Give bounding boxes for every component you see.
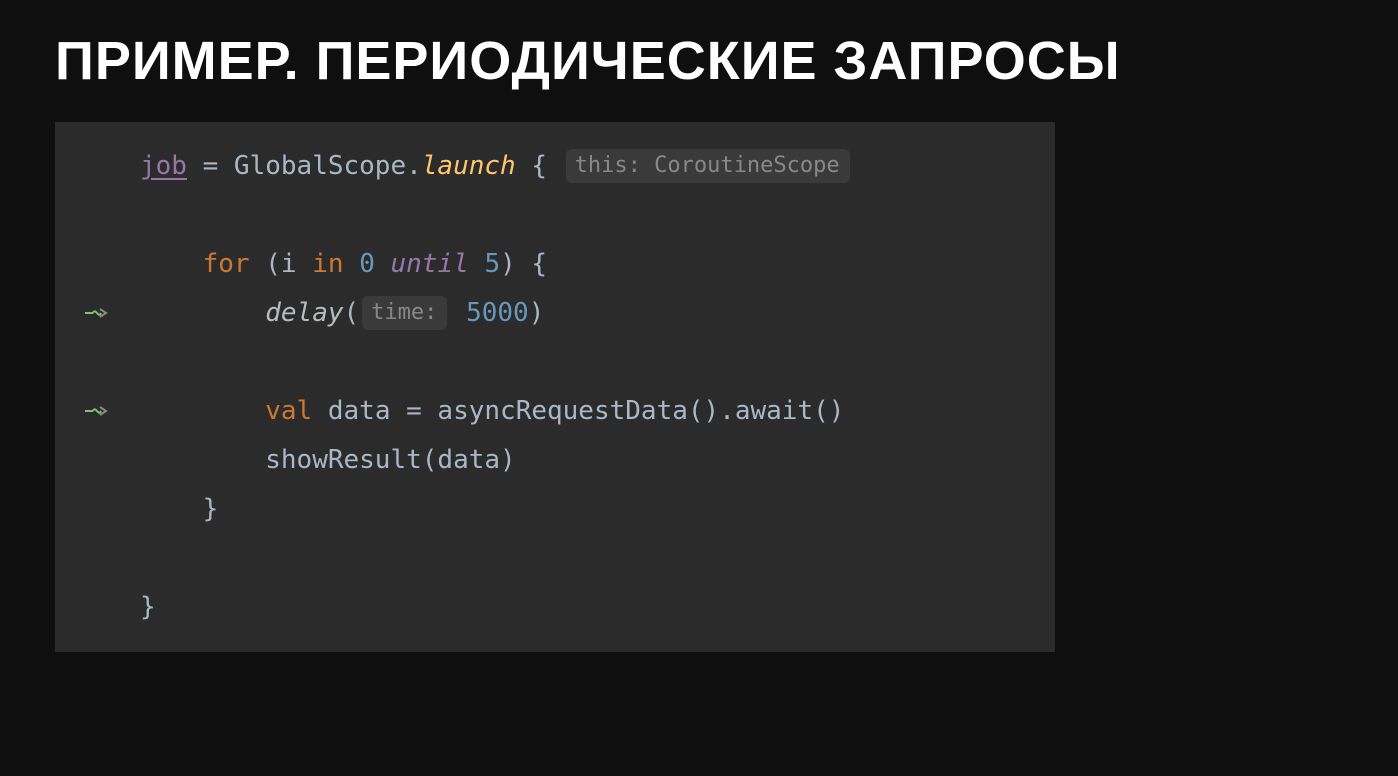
code-line-4: delay(time: 5000) bbox=[140, 298, 544, 328]
code-line-7: showResult(data) bbox=[140, 445, 516, 475]
code-line-1: job = GlobalScope.launch { this: Corouti… bbox=[140, 151, 853, 181]
code-line-10: } bbox=[140, 592, 156, 622]
slide: ПРИМЕР. ПЕРИОДИЧЕСКИЕ ЗАПРОСЫ job = Glob… bbox=[0, 0, 1398, 682]
suspend-icon bbox=[83, 400, 111, 422]
inlay-hint: time: bbox=[362, 296, 447, 330]
code-line-9 bbox=[140, 543, 156, 573]
slide-title: ПРИМЕР. ПЕРИОДИЧЕСКИЕ ЗАПРОСЫ bbox=[55, 30, 1343, 92]
code-line-6: val data = asyncRequestData().await() bbox=[140, 396, 844, 426]
suspend-icon bbox=[83, 302, 111, 324]
editor-gutter bbox=[55, 122, 140, 652]
code-line-2 bbox=[140, 200, 156, 230]
code-block: job = GlobalScope.launch { this: Corouti… bbox=[140, 122, 1055, 652]
code-line-5 bbox=[140, 347, 156, 377]
code-editor: job = GlobalScope.launch { this: Corouti… bbox=[55, 122, 1055, 652]
code-line-8: } bbox=[140, 494, 218, 524]
inlay-hint: this: CoroutineScope bbox=[566, 149, 850, 183]
code-line-3: for (i in 0 until 5) { bbox=[140, 249, 547, 279]
